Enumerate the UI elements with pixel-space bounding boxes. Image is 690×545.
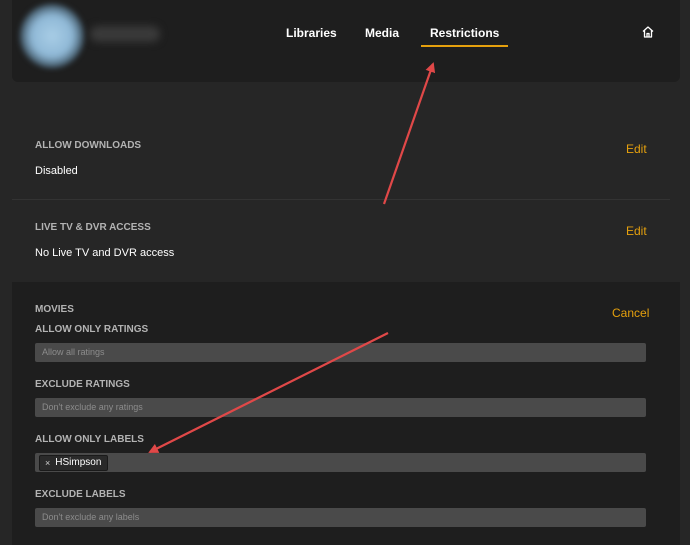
exclude-ratings-input[interactable]: Don't exclude any ratings [35, 398, 646, 417]
tab-libraries[interactable]: Libraries [286, 26, 337, 40]
remove-chip-icon[interactable]: × [45, 456, 50, 470]
label-chip: × HSimpson [39, 455, 109, 471]
allow-downloads-section: ALLOW DOWNLOADS Disabled Edit [12, 120, 670, 198]
allow-downloads-value: Disabled [35, 165, 78, 177]
tab-restrictions[interactable]: Restrictions [420, 26, 509, 47]
movies-panel: MOVIES Cancel ALLOW ONLY RATINGS Allow a… [12, 282, 680, 545]
movies-title: MOVIES [35, 304, 74, 315]
home-icon[interactable] [640, 24, 656, 40]
exclude-labels-input[interactable]: Don't exclude any labels [35, 508, 646, 527]
exclude-labels-label: EXCLUDE LABELS [35, 489, 126, 500]
live-tv-section: LIVE TV & DVR ACCESS No Live TV and DVR … [12, 200, 670, 280]
movies-cancel-link[interactable]: Cancel [612, 306, 649, 320]
avatar[interactable] [20, 4, 84, 68]
allow-downloads-title: ALLOW DOWNLOADS [35, 140, 142, 151]
allow-ratings-label: ALLOW ONLY RATINGS [35, 324, 149, 335]
label-chip-text: HSimpson [55, 457, 102, 468]
live-tv-title: LIVE TV & DVR ACCESS [35, 222, 151, 233]
user-name-blurred [90, 26, 160, 42]
allow-downloads-edit-link[interactable]: Edit [626, 142, 647, 156]
live-tv-value: No Live TV and DVR access [35, 247, 175, 259]
live-tv-edit-link[interactable]: Edit [626, 224, 647, 238]
tab-media[interactable]: Media [365, 26, 399, 40]
allow-ratings-input[interactable]: Allow all ratings [35, 343, 646, 362]
allow-labels-label: ALLOW ONLY LABELS [35, 434, 144, 445]
exclude-ratings-label: EXCLUDE RATINGS [35, 379, 130, 390]
allow-labels-input[interactable]: × HSimpson [35, 453, 646, 472]
top-header: Libraries Media Restrictions [12, 0, 680, 82]
